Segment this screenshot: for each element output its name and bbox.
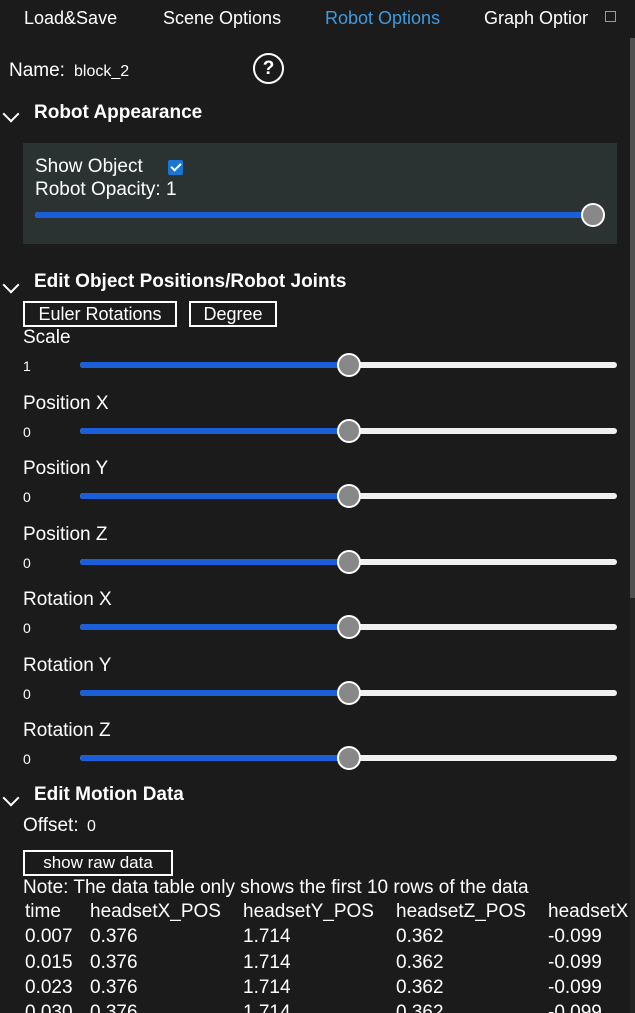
table-cell: 0.376: [90, 977, 138, 998]
table-cell: 0.376: [90, 926, 138, 947]
position-z-slider[interactable]: [80, 550, 617, 574]
position-z-label: Position Z: [23, 524, 108, 545]
table-cell: 1.714: [243, 977, 291, 998]
table-cell: 1.714: [243, 952, 291, 973]
slider-thumb[interactable]: [581, 203, 605, 227]
table-cell: 0.362: [396, 977, 444, 998]
robot-appearance-title[interactable]: Robot Appearance: [34, 102, 202, 124]
table-header-cell: headsetX_POS: [90, 901, 221, 922]
table-cell: -0.099: [548, 952, 602, 973]
rotation-x-slider[interactable]: [80, 615, 617, 639]
slider-thumb[interactable]: [336, 615, 361, 639]
table-header-cell: headsetX: [548, 901, 629, 922]
scale-value: 1: [23, 358, 31, 374]
slider-thumb[interactable]: [336, 681, 361, 705]
edit-positions-title[interactable]: Edit Object Positions/Robot Joints: [34, 271, 346, 293]
tab-load-save[interactable]: Load&Save: [24, 8, 117, 29]
tab-graph-options-clip: Graph Options: [484, 0, 588, 38]
robot-opacity-slider[interactable]: [35, 203, 605, 227]
position-x-slider[interactable]: [80, 419, 617, 443]
slider-fill: [80, 755, 349, 761]
offset-value[interactable]: 0: [87, 818, 96, 836]
slider-fill: [80, 559, 349, 565]
checkmark-icon: [169, 160, 182, 172]
position-y-label: Position Y: [23, 458, 109, 479]
chevron-down-icon[interactable]: [2, 789, 20, 807]
rotation-y-slider[interactable]: [80, 681, 617, 705]
show-raw-data-button[interactable]: show raw data: [23, 850, 173, 876]
help-button[interactable]: ?: [253, 53, 284, 84]
table-cell: 0.023: [25, 977, 73, 998]
table-header-cell: time: [25, 901, 61, 922]
rotation-z-slider[interactable]: [80, 746, 617, 770]
slider-fill: [80, 362, 349, 368]
slider-thumb[interactable]: [336, 353, 361, 377]
show-object-checkbox[interactable]: [168, 160, 183, 175]
offset-label: Offset:: [23, 815, 79, 836]
question-icon: ?: [262, 57, 275, 79]
edit-motion-data-title[interactable]: Edit Motion Data: [34, 784, 184, 806]
show-object-label: Show Object: [35, 156, 143, 177]
table-cell: 0.362: [396, 926, 444, 947]
name-label: Name:: [9, 60, 65, 81]
table-cell: -0.099: [548, 1002, 602, 1013]
rotation-y-label: Rotation Y: [23, 655, 112, 676]
table-cell: 0.015: [25, 952, 73, 973]
euler-rotations-button[interactable]: Euler Rotations: [23, 301, 177, 327]
position-x-value: 0: [23, 424, 31, 440]
slider-fill: [80, 428, 349, 434]
rotation-x-value: 0: [23, 620, 31, 636]
slider-thumb[interactable]: [336, 550, 361, 574]
table-cell: -0.099: [548, 926, 602, 947]
scale-slider[interactable]: [80, 353, 617, 377]
slider-fill: [80, 493, 349, 499]
rotation-z-value: 0: [23, 751, 31, 767]
rotation-z-label: Rotation Z: [23, 720, 111, 741]
degree-button[interactable]: Degree: [189, 301, 277, 327]
position-y-value: 0: [23, 489, 31, 505]
slider-fill: [80, 624, 349, 630]
robot-name-value: block_2: [74, 63, 130, 80]
table-cell: 1.714: [243, 1002, 291, 1013]
table-cell: 0.030: [25, 1002, 73, 1013]
slider-fill: [80, 690, 349, 696]
position-x-label: Position X: [23, 393, 109, 414]
robot-opacity-label: Robot Opacity: 1: [35, 179, 177, 200]
maximize-icon[interactable]: [605, 11, 616, 22]
slider-fill: [35, 212, 593, 218]
table-cell: 0.007: [25, 926, 73, 947]
tab-scene-options[interactable]: Scene Options: [163, 8, 281, 29]
slider-thumb[interactable]: [336, 484, 361, 508]
table-cell: 0.376: [90, 1002, 138, 1013]
table-header-cell: headsetZ_POS: [396, 901, 526, 922]
chevron-down-icon[interactable]: [2, 276, 20, 294]
scrollbar-thumb[interactable]: [630, 38, 635, 598]
tab-robot-options[interactable]: Robot Options: [325, 8, 440, 29]
position-z-value: 0: [23, 555, 31, 571]
slider-thumb[interactable]: [336, 419, 361, 443]
table-header-cell: headsetY_POS: [243, 901, 374, 922]
position-y-slider[interactable]: [80, 484, 617, 508]
scale-label: Scale: [23, 327, 71, 348]
tab-graph-options[interactable]: Graph Options: [484, 8, 588, 29]
rotation-x-label: Rotation X: [23, 589, 112, 610]
table-cell: 1.714: [243, 926, 291, 947]
rotation-y-value: 0: [23, 686, 31, 702]
chevron-down-icon[interactable]: [2, 105, 20, 123]
tab-bar: Load&Save Scene Options Robot Options Gr…: [0, 0, 635, 38]
table-cell: -0.099: [548, 977, 602, 998]
table-cell: 0.376: [90, 952, 138, 973]
slider-thumb[interactable]: [336, 746, 361, 770]
table-cell: 0.362: [396, 952, 444, 973]
data-table-note: Note: The data table only shows the firs…: [23, 877, 529, 898]
table-cell: 0.362: [396, 1002, 444, 1013]
